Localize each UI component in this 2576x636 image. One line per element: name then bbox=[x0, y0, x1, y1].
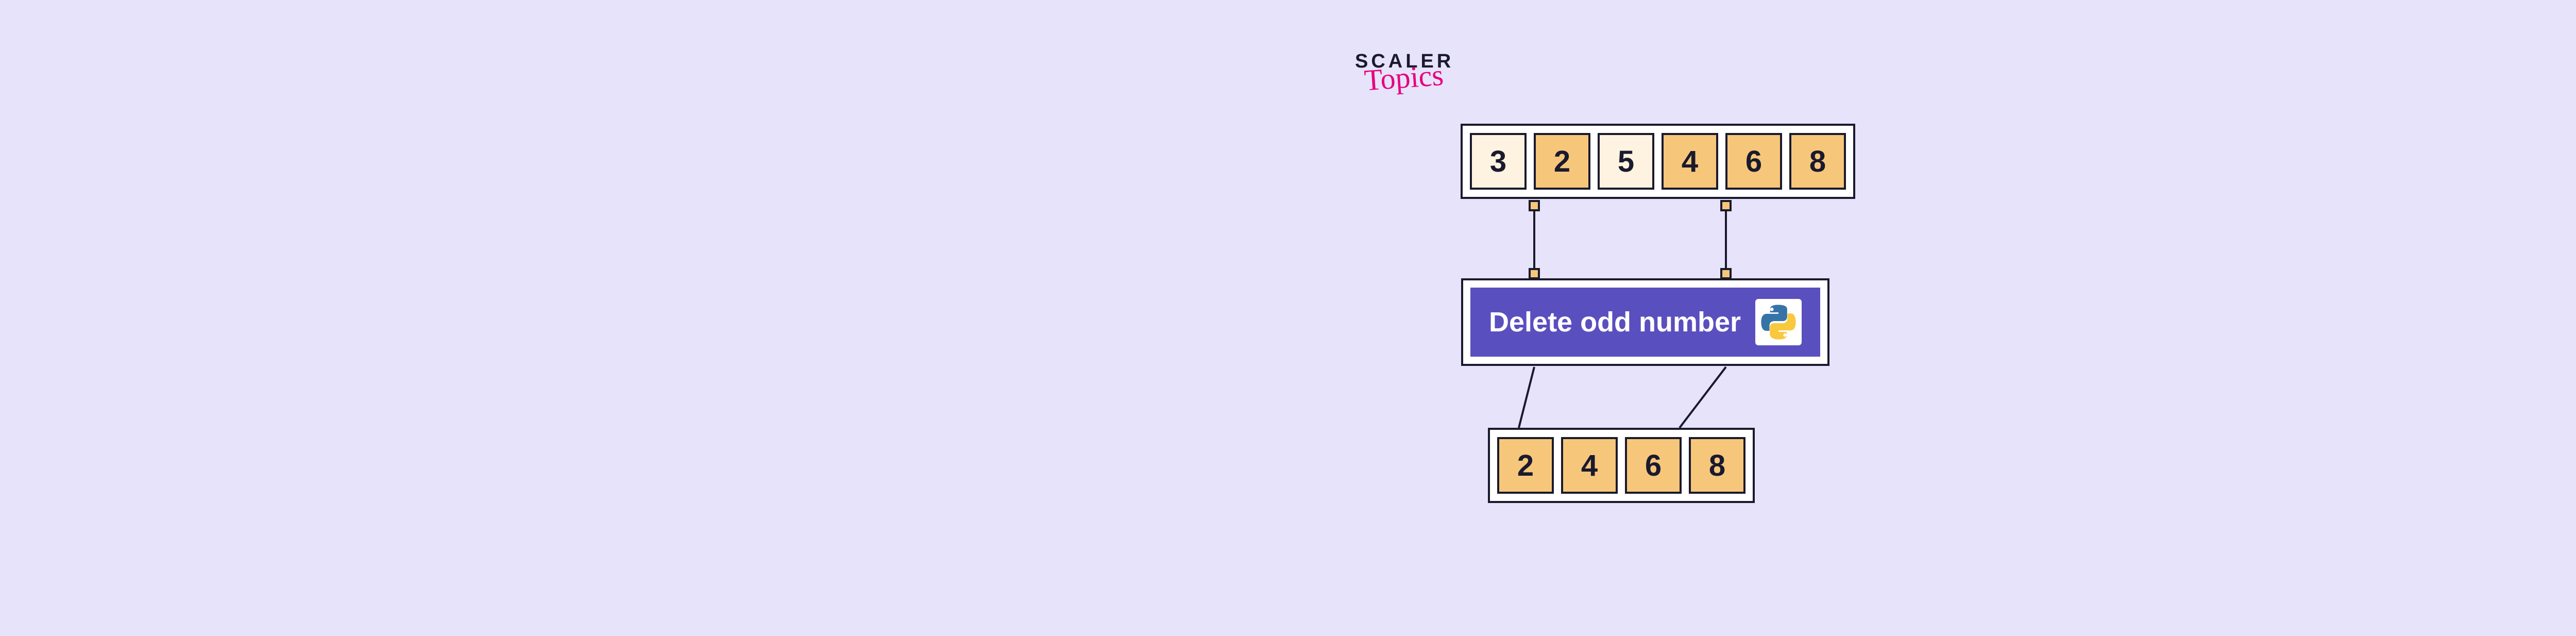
input-cell: 4 bbox=[1662, 133, 1718, 190]
connector-node bbox=[1720, 268, 1732, 279]
output-array: 2468 bbox=[1488, 428, 1755, 503]
connector-node bbox=[1529, 200, 1540, 211]
input-cell: 6 bbox=[1725, 133, 1782, 190]
process-box: Delete odd number bbox=[1461, 278, 1829, 366]
connector-line bbox=[1725, 200, 1727, 278]
input-array: 325468 bbox=[1461, 124, 1855, 199]
input-cell: 3 bbox=[1470, 133, 1527, 190]
output-cell: 8 bbox=[1689, 437, 1745, 494]
python-logo-icon bbox=[1755, 299, 1802, 345]
connector-node bbox=[1529, 268, 1540, 279]
diagram-stage: SCALER Topics 325468 Delete odd number bbox=[1133, 0, 1958, 636]
output-cell: 4 bbox=[1561, 437, 1618, 494]
process-label: Delete odd number bbox=[1489, 306, 1741, 338]
input-cell: 2 bbox=[1534, 133, 1590, 190]
brand-logo: SCALER Topics bbox=[1355, 52, 1454, 90]
output-cell: 2 bbox=[1497, 437, 1554, 494]
connector-node bbox=[1720, 200, 1732, 211]
process-inner: Delete odd number bbox=[1470, 288, 1820, 357]
output-cell: 6 bbox=[1625, 437, 1682, 494]
connector-line bbox=[1533, 200, 1535, 278]
input-cell: 8 bbox=[1789, 133, 1846, 190]
brand-logo-line2: Topics bbox=[1364, 66, 1444, 90]
input-cell: 5 bbox=[1598, 133, 1654, 190]
